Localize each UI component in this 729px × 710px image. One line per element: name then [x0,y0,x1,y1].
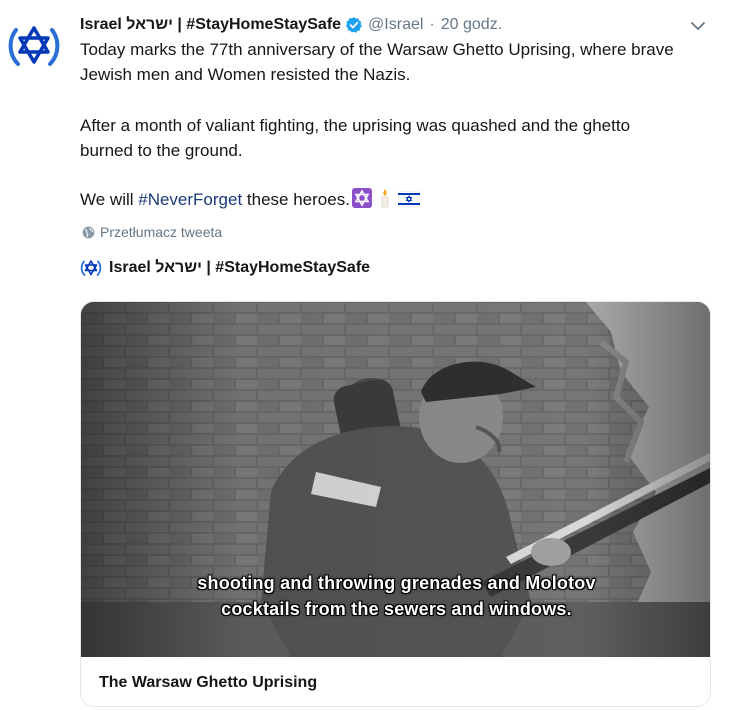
globe-icon [82,226,95,238]
handle[interactable]: @Israel [368,16,423,34]
text-fragment: We will [80,190,139,209]
star-of-david-emoji-icon [351,188,372,208]
text-fragment: these heroes. [242,190,350,209]
display-name[interactable]: Israel ישראל | #StayHomeStaySafe [80,16,341,34]
israel-flag-emoji-icon [397,190,421,208]
card-title[interactable]: The Warsaw Ghetto Uprising [99,674,317,692]
tweet-header: Israel ישראל | #StayHomeStaySafe @Israel… [80,13,502,37]
translate-tweet-link[interactable]: Przetłumacz tweeta [82,222,222,242]
video-subtitle-line: shooting and throwing grenades and Molot… [197,573,596,593]
star-of-david-logo-icon [80,260,102,276]
avatar[interactable] [6,18,62,74]
hashtag-link[interactable]: #NeverForget [138,190,242,209]
tweet-text-line: After a month of valiant fighting, the u… [80,116,631,135]
separator-dot: · [429,16,435,33]
video-subtitle-line: cocktails from the sewers and windows. [221,599,572,619]
chevron-down-icon[interactable] [688,16,712,36]
media-card[interactable]: shooting and throwing grenades and Molot… [80,301,711,707]
tweet-text-line: Today marks the 77th anniversary of the … [80,40,674,59]
video-player[interactable]: shooting and throwing grenades and Molot… [81,302,710,657]
tweet-text-line: Jewish men and Women resisted the Nazis. [80,65,411,84]
embedded-author[interactable]: Israel ישראל | #StayHomeStaySafe [80,256,370,280]
embedded-author-name: Israel ישראל | #StayHomeStaySafe [109,259,371,276]
translate-label: Przetłumacz tweeta [100,224,223,240]
star-of-david-logo-icon [8,26,60,66]
tweet-text-line: We will #NeverForget these heroes. [80,188,421,212]
candle-emoji-icon [376,188,394,208]
verified-badge-icon [345,16,363,34]
timestamp[interactable]: 20 godz. [441,16,502,34]
tweet-text-line: burned to the ground. [80,141,243,160]
tweet[interactable]: Israel ישראל | #StayHomeStaySafe @Israel… [0,0,729,710]
